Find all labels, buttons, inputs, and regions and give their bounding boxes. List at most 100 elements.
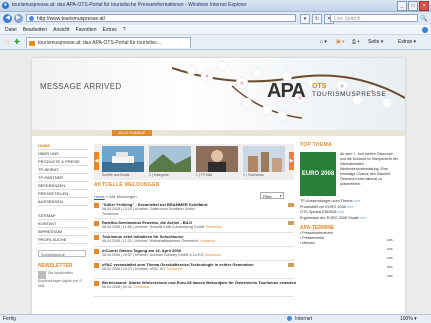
ie-throbber-icon xyxy=(422,27,428,33)
right-column: TOP THEMA EURO 2008 Ab dem 7. Juni stehe… xyxy=(300,142,400,246)
partner-logo[interactable]: APA xyxy=(387,256,403,262)
search-icon[interactable]: 🔍 xyxy=(420,15,427,22)
filter-select[interactable]: Filter xyxy=(260,192,284,200)
address-toolbar: ◀ ▶ http://www.tourismuspresse.at/ ▾ ↻ ✕… xyxy=(0,12,431,25)
url-input[interactable]: http://www.tourismuspresse.at/ xyxy=(26,14,296,22)
menu-help[interactable]: ? xyxy=(123,26,126,34)
sidebar-nav: HOME ÜBER UNS PRODUKTE & PREISE TP-BEIRA… xyxy=(38,142,88,297)
news-meta: 08.04.2008 | 12:15 | Urheber: Gastronom … xyxy=(102,207,196,211)
gallery-caption: Schiffe und Boote xyxy=(102,173,130,177)
partner-logo[interactable]: APA xyxy=(387,265,403,271)
favorites-star-icon[interactable]: ☆ xyxy=(4,38,10,46)
menu-datei[interactable]: Datei xyxy=(5,26,17,34)
print-menu-button[interactable]: ⎙ ▾ xyxy=(352,39,360,45)
nav-aussenden[interactable]: AUSSENDEN xyxy=(38,198,88,206)
gallery-next-button[interactable]: ▶ xyxy=(289,152,294,170)
nav-referenzen[interactable]: REFERENZEN xyxy=(38,182,88,190)
gallery-caption: 1 | Tourismus xyxy=(243,173,264,177)
ie-logo-icon: e xyxy=(2,2,9,9)
menu-bar: Datei Bearbeiten Ansicht Favoriten Extra… xyxy=(0,26,431,35)
news-category[interactable]: Tourismus xyxy=(102,212,118,216)
news-row[interactable]: Rotelbo-Seminarbus Erwerbs, die Achtel -… xyxy=(94,220,294,233)
breadcrumb: Home > Alle Meldungen xyxy=(94,194,137,199)
news-type-icon xyxy=(94,221,99,226)
news-row[interactable]: "Süßer Frühling" - Seeanleitet bei BRAMM… xyxy=(94,202,294,219)
attachment-icon[interactable] xyxy=(288,221,294,225)
url-dropdown-button[interactable]: ▾ xyxy=(300,14,310,24)
newsletter-icon xyxy=(38,271,46,279)
top-thema-heading: TOP THEMA xyxy=(300,142,332,148)
nav-sitemap[interactable]: SITEMAP xyxy=(38,212,88,220)
euro-2008-banner[interactable]: EURO 2008 xyxy=(300,152,336,196)
news-meta: 08.04.2008 | 10:57 | Urheber: Austrian C… xyxy=(102,253,221,257)
menu-favoriten[interactable]: Favoriten xyxy=(76,26,97,34)
newsletter-box[interactable]: Die topaktuellen Aussendungen täglich pe… xyxy=(38,271,86,297)
all-channels-tab[interactable]: ALLE KANÄLE xyxy=(112,130,152,136)
home-menu-button[interactable]: ⌂ ▾ xyxy=(320,39,327,45)
minimize-button[interactable]: _ xyxy=(397,1,407,11)
header-banner: MESSAGE ARRIVED APA OTS TOURISMUSPRESSE … xyxy=(32,58,405,136)
banner-message: MESSAGE ARRIVED xyxy=(40,82,122,91)
nav-home[interactable]: HOME xyxy=(38,142,88,150)
gallery-prev-button[interactable]: ◀ xyxy=(94,152,99,170)
gallery-thumb-person[interactable] xyxy=(196,146,238,172)
gallery-caption: 1 | TP-Bild xyxy=(196,173,213,177)
logo-apa-text: APA xyxy=(267,80,306,102)
gallery-thumb-town[interactable] xyxy=(243,146,285,172)
news-row[interactable]: oFAC veranstaltet zum Thema Geschäftsrei… xyxy=(94,262,294,279)
news-type-icon xyxy=(94,281,99,286)
extras-menu-button[interactable]: Extras ▾ xyxy=(398,39,416,45)
nav-tp-beirat[interactable]: TP-BEIRAT xyxy=(38,166,88,174)
nav-profilsuche[interactable]: PROFILSUCHE xyxy=(38,236,88,244)
news-type-icon xyxy=(94,235,99,240)
breadcrumb-home-link[interactable]: Home xyxy=(94,194,105,199)
tab-label: tourismuspresse.at: das APA-OTS-Portal f… xyxy=(38,40,162,46)
add-favorite-icon[interactable]: ✚ xyxy=(14,38,20,46)
menu-bearbeiten[interactable]: Bearbeiten xyxy=(23,26,47,34)
tabs-toolbar: ☆ ✚ tourismuspresse.at: das APA-OTS-Port… xyxy=(0,35,431,50)
menu-ansicht[interactable]: Ansicht xyxy=(53,26,69,34)
gallery-thumb-boat[interactable] xyxy=(102,146,144,172)
url-text: http://www.tourismuspresse.at/ xyxy=(37,16,106,22)
nav-tp-partner[interactable]: TP-PARTNER xyxy=(38,174,88,182)
nav-impressum[interactable]: IMPRESSUM xyxy=(38,228,88,236)
news-row[interactable]: inComsl Gastro-Tagung am 16. April 2008 … xyxy=(94,248,294,261)
tab-active[interactable]: tourismuspresse.at: das APA-OTS-Portal f… xyxy=(26,37,191,48)
quick-search-input[interactable]: Schnellsuche xyxy=(38,250,86,257)
window-title: tourismuspresse.at: das APA-OTS-Portal f… xyxy=(12,2,247,8)
newsletter-heading: NEWSLETTER xyxy=(38,263,73,269)
maximize-button[interactable]: □ xyxy=(408,1,418,11)
attachment-icon[interactable] xyxy=(288,203,294,207)
news-row[interactable]: Bertelsmann: Starke Winterseison und Eur… xyxy=(94,280,296,297)
partner-logo[interactable]: APA xyxy=(387,238,403,244)
back-button[interactable]: ◀ xyxy=(3,14,12,23)
web-page: MESSAGE ARRIVED APA OTS TOURISMUSPRESSE … xyxy=(32,58,405,314)
forward-button[interactable]: ▶ xyxy=(14,14,23,23)
menu-extras[interactable]: Extras xyxy=(103,26,117,34)
tab-favicon-icon xyxy=(29,41,35,46)
news-type-icon xyxy=(94,249,99,254)
attachment-icon[interactable] xyxy=(288,263,294,267)
refresh-button[interactable]: ↻ xyxy=(312,14,322,24)
logo-ots-text: OTS xyxy=(312,83,327,90)
topic-links: TP-Aussendungen zum Thema >>> Produkttei… xyxy=(300,196,400,221)
news-row[interactable]: Tourismus setzt Initiativen für Schuleku… xyxy=(94,234,294,247)
partner-logo[interactable]: APA xyxy=(387,247,403,253)
feeds-menu-button[interactable]: ▣ ▾ xyxy=(336,39,345,45)
partner-logo[interactable]: APA xyxy=(387,274,403,280)
close-button[interactable]: × xyxy=(419,1,429,11)
topic-link[interactable]: Ergebnisse der EURO 2008 Studie >>> xyxy=(300,216,400,222)
breadcrumb-current: > Alle Meldungen xyxy=(104,194,137,199)
news-meta: 08.04.2008 | 09:41 Tourismus xyxy=(102,285,150,289)
search-input[interactable]: Live Search xyxy=(330,14,418,22)
nav-produkte[interactable]: PRODUKTE & PREISE xyxy=(38,158,88,166)
nav-presseteilen[interactable]: PRESSETEILEN xyxy=(38,190,88,198)
page-menu-button[interactable]: Seite ▾ xyxy=(368,39,383,45)
news-meta: 08.04.2008 | 11:58 | Urheber: Schedls Kr… xyxy=(102,225,222,229)
gallery-thumb-landscape[interactable] xyxy=(149,146,191,172)
partner-logos: APA APA APA APA APA xyxy=(387,238,403,283)
channel-band: ALLE KANÄLE xyxy=(32,130,405,136)
termine-item[interactable]: • Messen xyxy=(300,241,400,246)
nav-kontakt[interactable]: KONTAKT xyxy=(38,220,88,228)
nav-ueber-uns[interactable]: ÜBER UNS xyxy=(38,150,88,158)
